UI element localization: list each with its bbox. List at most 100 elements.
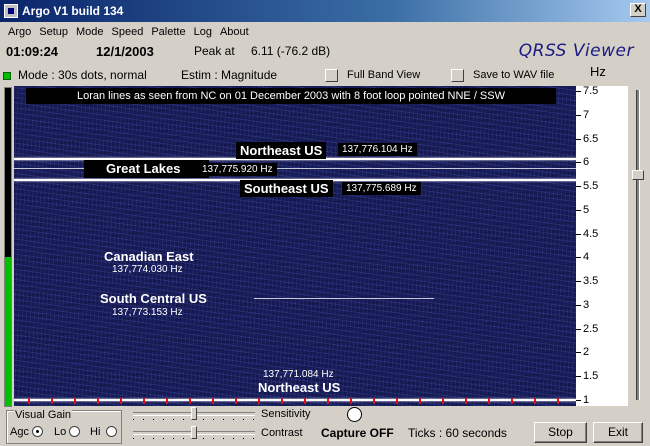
exit-button[interactable]: Exit xyxy=(593,422,643,443)
time-tick xyxy=(442,398,444,404)
scale-tick xyxy=(576,210,581,211)
time-tick xyxy=(28,398,30,404)
frequency-scale: 7.5 7 6.5 6 5.5 5 4.5 4 3.5 3 2.5 2 1.5 1 xyxy=(576,86,628,406)
capture-knob[interactable] xyxy=(347,407,362,422)
time-tick xyxy=(557,398,559,404)
contrast-label: Contrast xyxy=(261,427,303,439)
signal-freq: 137,775.920 Hz xyxy=(198,163,277,176)
mode-text: Mode : 30s dots, normal xyxy=(18,68,147,82)
agc-radio[interactable] xyxy=(32,426,43,437)
time-tick xyxy=(304,398,306,404)
scale-unit: Hz xyxy=(590,64,606,79)
bottom-controls: Visual Gain Agc Lo Hi Sensitivity Contra… xyxy=(0,406,650,446)
waterfall-display[interactable]: Loran lines as seen from NC on 01 Decemb… xyxy=(14,86,576,406)
time-tick xyxy=(350,398,352,404)
signal-name: Southeast US xyxy=(240,180,333,197)
signal-name: Canadian East xyxy=(104,249,194,264)
scale-tick xyxy=(576,257,581,258)
scale-label: 5.5 xyxy=(583,180,599,192)
signal-name: Great Lakes xyxy=(106,161,181,176)
ticks-text: Ticks : 60 seconds xyxy=(408,426,507,440)
signal-name: Northeast US xyxy=(258,380,341,395)
menu-bar: Argo Setup Mode Speed Palette Log About xyxy=(0,22,650,41)
scale-tick xyxy=(576,139,581,140)
visual-gain-group: Visual Gain Agc Lo Hi xyxy=(6,409,122,444)
menu-speed[interactable]: Speed xyxy=(108,26,148,38)
app-icon xyxy=(4,4,18,18)
scale-tick xyxy=(576,186,581,187)
scale-tick xyxy=(576,234,581,235)
menu-setup[interactable]: Setup xyxy=(35,26,72,38)
scale-label: 3.5 xyxy=(583,275,599,287)
time-tick xyxy=(534,398,536,404)
time-tick xyxy=(235,398,237,404)
scale-tick xyxy=(576,281,581,282)
time-tick xyxy=(97,398,99,404)
menu-mode[interactable]: Mode xyxy=(72,26,108,38)
time-tick xyxy=(212,398,214,404)
signal-name: Northeast US xyxy=(236,142,327,159)
menu-palette[interactable]: Palette xyxy=(147,26,189,38)
scale-label: 7 xyxy=(583,109,590,121)
contrast-thumb[interactable] xyxy=(191,426,197,439)
time-tick xyxy=(258,398,260,404)
time-tick xyxy=(143,398,145,404)
status-line: 01:09:24 12/1/2003 Peak at 6.11 (-76.2 d… xyxy=(0,41,650,63)
vertical-slider-thumb[interactable] xyxy=(632,170,644,180)
mode-line: Mode : 30s dots, normal Estim : Magnitud… xyxy=(0,63,650,85)
current-date: 12/1/2003 xyxy=(96,44,154,59)
time-tick xyxy=(465,398,467,404)
lo-label: Lo xyxy=(54,426,67,438)
signal-freq: 137,771.084 Hz xyxy=(263,369,334,380)
sensitivity-slider[interactable] xyxy=(133,407,255,420)
scale-label: 4.5 xyxy=(583,228,599,240)
hi-radio[interactable] xyxy=(106,426,117,437)
time-tick xyxy=(419,398,421,404)
brand-logo: QRSS Viewer xyxy=(518,41,634,61)
hi-label: Hi xyxy=(90,426,101,438)
menu-about[interactable]: About xyxy=(216,26,253,38)
time-tick xyxy=(281,398,283,404)
peak-value: 6.11 (-76.2 dB) xyxy=(251,44,331,58)
close-button[interactable]: X xyxy=(630,3,646,17)
peak-label: Peak at xyxy=(194,44,235,58)
time-tick xyxy=(51,398,53,404)
estim-text: Estim : Magnitude xyxy=(181,68,278,82)
full-band-checkbox[interactable] xyxy=(325,69,338,82)
scale-label: 1.5 xyxy=(583,370,599,382)
waterfall-caption: Loran lines as seen from NC on 01 Decemb… xyxy=(26,88,556,104)
window-title: Argo V1 build 134 xyxy=(22,4,124,18)
scale-label: 1 xyxy=(583,394,590,406)
signal-name: South Central US xyxy=(100,291,207,306)
scale-label: 2.5 xyxy=(583,323,599,335)
scale-tick xyxy=(576,162,581,163)
scale-tick xyxy=(576,400,581,401)
vertical-slider-track[interactable] xyxy=(636,90,640,400)
time-tick xyxy=(189,398,191,404)
scale-label: 7.5 xyxy=(583,85,599,97)
title-bar: Argo V1 build 134 X xyxy=(0,0,650,22)
time-tick xyxy=(74,398,76,404)
lo-radio[interactable] xyxy=(69,426,80,437)
scale-tick xyxy=(576,376,581,377)
clock-time: 01:09:24 xyxy=(6,44,59,59)
sensitivity-thumb[interactable] xyxy=(191,407,197,420)
full-band-label: Full Band View xyxy=(347,69,421,81)
time-tick xyxy=(166,398,168,404)
stop-button[interactable]: Stop xyxy=(534,422,587,443)
level-meter xyxy=(4,87,12,407)
sensitivity-label: Sensitivity xyxy=(261,408,311,420)
contrast-slider[interactable] xyxy=(133,426,255,439)
scale-label: 4 xyxy=(583,251,590,263)
menu-argo[interactable]: Argo xyxy=(4,26,35,38)
save-wav-checkbox[interactable] xyxy=(451,69,464,82)
scale-tick xyxy=(576,91,581,92)
scale-label: 5 xyxy=(583,204,590,216)
scale-label: 2 xyxy=(583,346,590,358)
visual-gain-title: Visual Gain xyxy=(14,409,73,421)
menu-log[interactable]: Log xyxy=(190,26,216,38)
level-meter-fill xyxy=(5,256,11,406)
scale-label: 3 xyxy=(583,299,590,311)
scale-label: 6.5 xyxy=(583,133,599,145)
time-tick xyxy=(327,398,329,404)
